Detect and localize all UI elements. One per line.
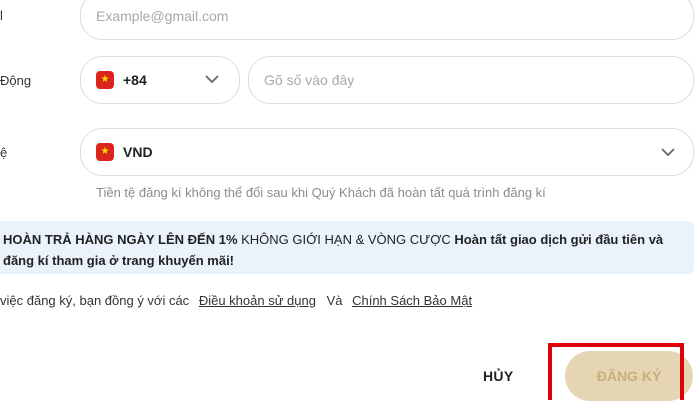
phone-placeholder: Gõ số vào đây — [264, 72, 355, 88]
terms-agreement: việc đăng ký, bạn đồng ý với các Điều kh… — [0, 293, 472, 308]
email-field[interactable]: Example@gmail.com — [80, 0, 694, 40]
terms-of-use-link[interactable]: Điều khoản sử dụng — [199, 293, 316, 308]
terms-and: Và — [326, 293, 343, 308]
currency-select[interactable]: ★ VND — [80, 128, 694, 176]
privacy-policy-link[interactable]: Chính Sách Bảo Mật — [352, 293, 472, 308]
highlight-box — [548, 343, 684, 400]
promo-banner: HOÀN TRẢ HÀNG NGÀY LÊN ĐẾN 1% KHÔNG GIỚI… — [0, 221, 694, 274]
promo-unlimited-text: KHÔNG GIỚI HẠN & VÒNG CƯỢC — [237, 232, 455, 247]
promo-register-text: đăng kí tham gia ở trang khuyến mãi! — [3, 253, 235, 268]
currency-value: VND — [123, 144, 153, 160]
email-placeholder: Example@gmail.com — [96, 8, 229, 24]
promo-cashback-text: HOÀN TRẢ HÀNG NGÀY LÊN ĐẾN 1% — [3, 232, 238, 247]
email-label: l — [0, 8, 3, 23]
currency-hint: Tiền tệ đăng kí không thể đổi sau khi Qu… — [96, 185, 546, 200]
vietnam-flag-icon: ★ — [96, 71, 114, 89]
country-code-select[interactable]: ★ +84 — [80, 56, 240, 104]
phone-label: Động — [0, 73, 32, 88]
country-code-value: +84 — [123, 72, 147, 88]
currency-label: ệ — [0, 145, 8, 160]
chevron-down-icon — [661, 148, 675, 157]
terms-prefix: việc đăng ký, bạn đồng ý với các — [0, 293, 190, 308]
vietnam-flag-icon: ★ — [96, 143, 114, 161]
chevron-down-icon — [205, 75, 219, 84]
promo-deposit-text: Hoàn tất giao dịch gửi đầu tiên và — [454, 232, 664, 247]
promo-line-1: HOÀN TRẢ HÀNG NGÀY LÊN ĐẾN 1% KHÔNG GIỚI… — [3, 229, 686, 250]
cancel-button[interactable]: HỦY — [483, 368, 513, 384]
promo-line-2: đăng kí tham gia ở trang khuyến mãi! — [3, 250, 686, 271]
phone-input[interactable]: Gõ số vào đây — [248, 56, 694, 104]
